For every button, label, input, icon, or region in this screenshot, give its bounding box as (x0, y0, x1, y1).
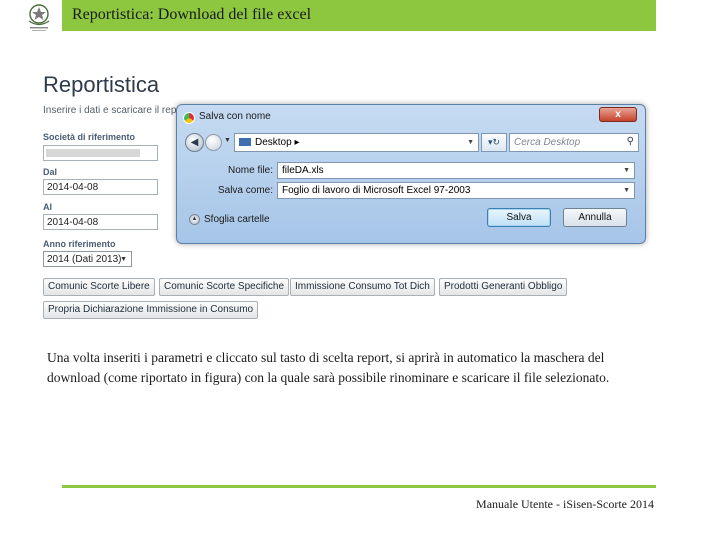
societa-label: Società di riferimento (43, 132, 136, 142)
report-subtitle: Inserire i dati e scaricare il repo (43, 105, 182, 116)
description-text: Una volta inseriti i parametri e cliccat… (47, 350, 610, 385)
al-input[interactable]: 2014-04-08 (43, 214, 158, 230)
prodotti-generanti-button[interactable]: Prodotti Generanti Obbligo (439, 278, 568, 296)
dal-label: Dal (43, 167, 58, 177)
propria-dichiarazione-button[interactable]: Propria Dichiarazione Immissione in Cons… (43, 301, 259, 319)
cancel-button[interactable]: Annulla (563, 208, 627, 227)
chevron-down-icon[interactable]: ▼ (467, 139, 474, 146)
page-title: Reportistica: Download del file excel (72, 6, 312, 23)
browse-label: Sfoglia cartelle (204, 214, 270, 226)
app-screenshot: Reportistica Inserire i dati e scaricare… (36, 62, 656, 332)
address-value: Desktop (255, 137, 292, 148)
al-label: Al (43, 202, 52, 212)
immissione-consumo-button[interactable]: Immissione Consumo Tot Dich (290, 278, 435, 296)
refresh-icon[interactable]: ▾↻ (481, 133, 507, 152)
forward-arrow-icon[interactable] (205, 134, 222, 151)
chevron-down-icon[interactable]: ▼ (623, 187, 630, 194)
back-arrow-icon[interactable]: ◀ (185, 133, 204, 152)
filename-field[interactable]: fileDA.xls ▼ (277, 162, 635, 179)
savetype-select[interactable]: Foglio di lavoro di Microsoft Excel 97-2… (277, 182, 635, 199)
anno-select[interactable]: 2014 (Dati 2013) ▼ (43, 251, 132, 267)
breadcrumb-arrow: ▸ (291, 137, 300, 148)
savetype-label: Salva come: (217, 185, 273, 196)
filename-value: fileDA.xls (282, 165, 324, 176)
comunic-scorte-specifiche-button[interactable]: Comunic Scorte Specifiche (159, 278, 290, 296)
search-placeholder: Cerca Desktop (514, 137, 581, 148)
chevron-down-icon: ▼ (120, 256, 127, 263)
societa-input[interactable] (43, 145, 158, 161)
chevron-down-icon[interactable]: ▼ (623, 167, 630, 174)
chevron-down-icon[interactable]: ▼ (224, 137, 231, 144)
dal-input[interactable]: 2014-04-08 (43, 179, 158, 195)
italian-republic-emblem-icon (28, 4, 50, 31)
footer-text: Manuale Utente - iSisen-Scorte 2014 (476, 497, 654, 511)
comunic-scorte-libere-button[interactable]: Comunic Scorte Libere (43, 278, 155, 296)
address-bar[interactable]: Desktop ▸ ▼ (234, 133, 479, 152)
report-heading: Reportistica (43, 72, 160, 97)
chrome-icon (183, 112, 195, 124)
anno-select-value: 2014 (Dati 2013) (47, 254, 122, 265)
save-as-dialog: Salva con nome x ◀ ▼ Desktop ▸ ▼ ▾↻ Cerc… (176, 104, 646, 244)
footer-divider (62, 485, 656, 488)
filename-label: Nome file: (227, 165, 273, 176)
anno-label: Anno riferimento (43, 239, 116, 249)
dialog-title: Salva con nome (199, 111, 271, 122)
save-button[interactable]: Salva (487, 208, 551, 227)
folder-icon (239, 138, 251, 147)
close-icon[interactable]: x (599, 107, 637, 122)
expand-icon: ▲ (189, 214, 200, 225)
search-icon: ⚲ (626, 136, 634, 147)
search-input[interactable]: Cerca Desktop ⚲ (509, 133, 639, 152)
masked-value (46, 149, 140, 157)
browse-folders-toggle[interactable]: ▲ Sfoglia cartelle (189, 214, 270, 225)
savetype-value: Foglio di lavoro di Microsoft Excel 97-2… (282, 185, 471, 196)
header-bar: Reportistica: Download del file excel (62, 0, 656, 31)
